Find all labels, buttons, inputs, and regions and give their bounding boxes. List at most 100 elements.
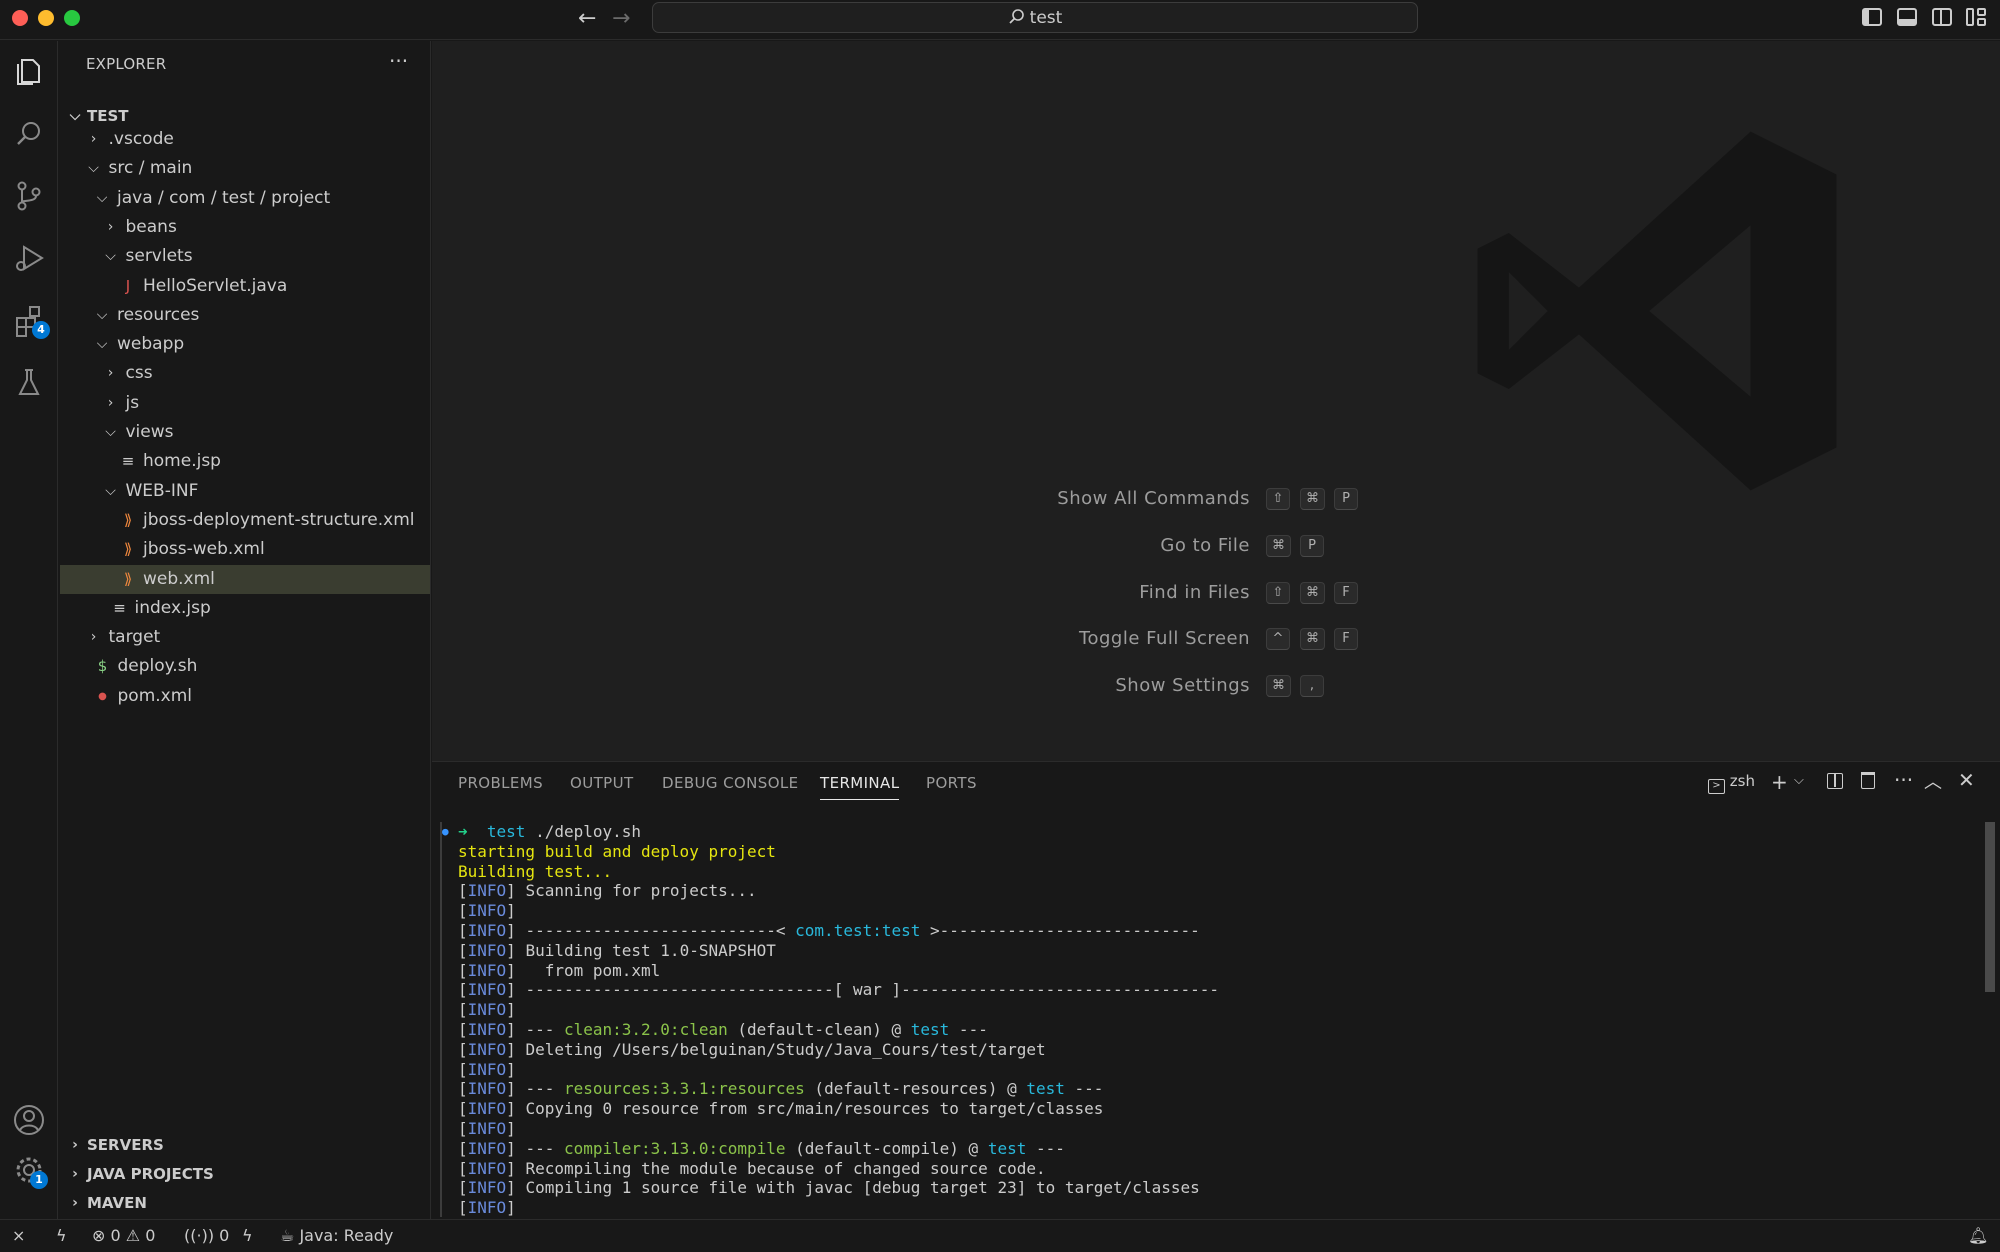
- tree-folder[interactable]: ⌵ java / com / test / project: [60, 184, 430, 213]
- shortcut-hint-row[interactable]: Find in Files ⇧ ⌘ F: [432, 578, 2000, 608]
- manage-gear-icon[interactable]: 1: [8, 1149, 50, 1191]
- terminal-line: [INFO]: [458, 1198, 526, 1218]
- testing-icon[interactable]: [8, 361, 50, 403]
- tree-file[interactable]: ⟫ jboss-deployment-structure.xml: [60, 506, 430, 535]
- shortcut-hint-row[interactable]: Go to File ⌘ P: [432, 531, 2000, 561]
- terminal-shell-selector[interactable]: > zsh: [1708, 772, 1755, 794]
- notifications-bell-icon[interactable]: 🔔︎: [1968, 1226, 1988, 1245]
- terminal-line: [INFO] --- compiler:3.13.0:compile (defa…: [458, 1138, 1065, 1158]
- tree-folder[interactable]: ⌵ WEB-INF: [60, 477, 430, 506]
- tree-folder[interactable]: › beans: [60, 213, 430, 242]
- tree-folder[interactable]: ⌵ resources: [60, 301, 430, 330]
- tree-file[interactable]: ● pom.xml: [60, 682, 430, 711]
- tree-file[interactable]: ≡ home.jsp: [60, 447, 430, 476]
- command-center-search[interactable]: test: [652, 2, 1418, 33]
- toggle-secondary-sidebar-icon[interactable]: [1932, 8, 1952, 26]
- terminal-icon: >: [1708, 779, 1725, 794]
- zoom-window-button[interactable]: [64, 10, 80, 26]
- tree-folder[interactable]: ⌵ webapp: [60, 330, 430, 359]
- customize-layout-icon[interactable]: [1966, 8, 1986, 26]
- tree-folder[interactable]: › css: [60, 359, 430, 388]
- tree-folder[interactable]: › js: [60, 389, 430, 418]
- prompt-directory: test: [486, 822, 526, 841]
- tree-folder[interactable]: ⌵ views: [60, 418, 430, 447]
- extensions-icon[interactable]: 4: [8, 299, 50, 341]
- ports-status[interactable]: ((·)) 0: [184, 1226, 229, 1245]
- terminal-text: starting build and deploy project: [458, 841, 776, 861]
- java-status[interactable]: ☕ Java: Ready: [280, 1226, 393, 1245]
- log-level-tag: INFO: [467, 1138, 507, 1158]
- shortcut-hint-row[interactable]: Show Settings ⌘,: [432, 671, 2000, 701]
- source-control-icon[interactable]: [8, 175, 50, 217]
- problems-status[interactable]: ⊗ 0 ⚠ 0: [92, 1226, 155, 1245]
- tree-file[interactable]: ⟫ jboss-web.xml: [60, 535, 430, 564]
- log-level-tag: INFO: [467, 1099, 507, 1119]
- tree-item-label: webapp: [117, 334, 185, 355]
- explorer-icon[interactable]: [8, 51, 50, 93]
- tab-terminal[interactable]: TERMINAL: [820, 774, 900, 800]
- chevron-down-icon[interactable]: ⌵: [1794, 773, 1804, 788]
- terminal-text: Building test 1.0-SNAPSHOT: [525, 940, 776, 960]
- lightning-icon[interactable]: ϟ: [242, 1226, 253, 1245]
- editor-area: Show All Commands ⇧ ⌘ P Go to File ⌘ P Find in …: [432, 41, 2000, 761]
- chevron-right-icon: ›: [72, 1166, 78, 1182]
- search-icon[interactable]: [8, 113, 50, 155]
- shortcut-label: Go to File: [1160, 534, 1250, 556]
- terminal-text: Deleting /Users/belguinan/Study/Java_Cou…: [525, 1039, 1046, 1059]
- tree-file[interactable]: ⟫ web.xml: [60, 564, 430, 594]
- toggle-panel-icon[interactable]: [1897, 8, 1917, 26]
- warning-icon: ⚠: [125, 1226, 141, 1245]
- tree-folder[interactable]: › target: [60, 623, 430, 652]
- tree-item-label: beans: [125, 216, 177, 237]
- run-debug-icon[interactable]: [8, 237, 50, 279]
- close-window-button[interactable]: [12, 10, 28, 26]
- tree-file[interactable]: $ deploy.sh: [60, 652, 430, 681]
- split-terminal-icon[interactable]: [1827, 773, 1843, 789]
- more-actions-icon[interactable]: ···: [1894, 768, 1913, 792]
- accounts-icon[interactable]: [8, 1099, 50, 1141]
- log-level-tag: INFO: [467, 1178, 507, 1198]
- tab-problems[interactable]: PROBLEMS: [458, 774, 543, 792]
- tree-file[interactable]: J HelloServlet.java: [60, 272, 430, 301]
- terminal-text: Recompiling the module because of change…: [525, 1158, 1046, 1178]
- prompt-arrow: ➜: [458, 822, 468, 841]
- tree-folder[interactable]: ⌵ servlets: [60, 242, 430, 271]
- extensions-badge: 4: [32, 321, 50, 339]
- terminal-output[interactable]: ● ➜ test ./deploy.sh starting build and de…: [442, 822, 1219, 1218]
- tree-folder[interactable]: › .vscode: [60, 125, 430, 154]
- tab-debug-console[interactable]: DEBUG CONSOLE: [662, 774, 799, 792]
- keycap: ,: [1300, 675, 1324, 698]
- tree-file[interactable]: ≡ index.jsp: [60, 594, 430, 623]
- terminal-scrollbar[interactable]: [1985, 822, 1995, 992]
- terminal-line: [INFO]: [458, 1059, 526, 1079]
- tree-item-label: .vscode: [108, 129, 174, 149]
- keycap: ⌘: [1266, 534, 1291, 557]
- log-level-tag: INFO: [467, 1198, 507, 1218]
- tree-item-label: java / com / test / project: [117, 187, 331, 208]
- shortcut-label: Show Settings: [1115, 675, 1250, 697]
- lightning-icon[interactable]: ϟ: [56, 1226, 67, 1245]
- close-panel-icon[interactable]: ✕: [1958, 768, 1975, 792]
- java-projects-section[interactable]: › JAVA PROJECTS: [60, 1160, 430, 1189]
- terminal-text: ---: [949, 1019, 988, 1039]
- arrow-left-icon[interactable]: ←: [578, 6, 596, 31]
- minimize-window-button[interactable]: [38, 10, 54, 26]
- tree-folder[interactable]: ⌵ src / main: [60, 154, 430, 183]
- shortcut-hint-row[interactable]: Toggle Full Screen ^ ⌘ F: [432, 624, 2000, 654]
- shortcut-hint-row[interactable]: Show All Commands ⇧ ⌘ P: [432, 484, 2000, 514]
- more-actions-icon[interactable]: ···: [389, 49, 408, 73]
- new-terminal-plus-icon[interactable]: +: [1771, 770, 1788, 794]
- terminal-line: [INFO] --------------------------------[…: [458, 980, 1219, 1000]
- servers-section[interactable]: › SERVERS: [60, 1131, 430, 1160]
- tree-item-label: src / main: [108, 158, 193, 179]
- terminal-text: (default-compile) @: [785, 1138, 988, 1158]
- tab-ports[interactable]: PORTS: [926, 774, 977, 792]
- toggle-primary-sidebar-icon[interactable]: [1862, 8, 1882, 26]
- maximize-panel-chevron-up-icon[interactable]: ︿: [1924, 768, 1942, 794]
- tab-output[interactable]: OUTPUT: [570, 774, 634, 792]
- arrow-right-icon[interactable]: →: [612, 6, 630, 31]
- maven-section[interactable]: › MAVEN: [60, 1189, 430, 1218]
- remote-icon[interactable]: ⨯: [12, 1226, 25, 1245]
- trash-icon[interactable]: [1861, 772, 1875, 789]
- bottom-panel: PROBLEMS OUTPUT DEBUG CONSOLE TERMINAL P…: [432, 761, 2000, 1219]
